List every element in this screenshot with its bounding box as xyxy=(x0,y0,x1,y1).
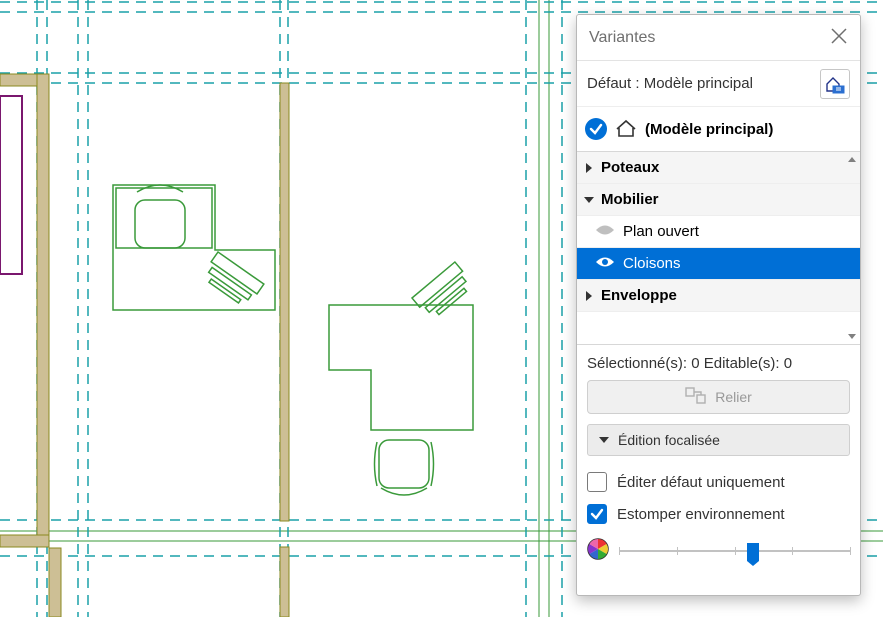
selection-status: Sélectionné(s): 0 Editable(s): 0 xyxy=(577,345,860,380)
chevron-down-icon xyxy=(583,194,595,206)
chevron-right-icon xyxy=(583,162,595,174)
tree-leaf-cloisons[interactable]: Cloisons xyxy=(577,248,860,280)
close-icon[interactable] xyxy=(830,27,848,48)
focused-edit-section[interactable]: Édition focalisée xyxy=(587,424,850,456)
link-button[interactable]: Relier xyxy=(587,380,850,414)
default-variant-label: Défaut : Modèle principal xyxy=(587,75,812,92)
tree-leaf-label: Cloisons xyxy=(623,255,681,272)
tree-item-label: Poteaux xyxy=(601,159,659,176)
edit-default-only-row: Éditer défaut uniquement xyxy=(577,466,860,498)
tree-item-enveloppe[interactable]: Enveloppe xyxy=(577,280,860,312)
section-label: Édition focalisée xyxy=(618,432,720,448)
model-options-icon[interactable] xyxy=(820,69,850,99)
panel-header: Variantes xyxy=(577,15,860,61)
check-icon xyxy=(585,118,607,140)
dim-slider-row xyxy=(577,530,860,573)
dim-environment-row: Estomper environnement xyxy=(577,498,860,530)
house-icon xyxy=(615,119,637,140)
dim-slider[interactable] xyxy=(619,539,850,563)
chevron-right-icon xyxy=(583,290,595,302)
chevron-down-icon xyxy=(598,434,610,446)
checkbox-label: Éditer défaut uniquement xyxy=(617,474,785,491)
tree-item-label: Mobilier xyxy=(601,191,659,208)
tree-item-poteaux[interactable]: Poteaux xyxy=(577,152,860,184)
eye-icon xyxy=(595,223,615,240)
panel-title: Variantes xyxy=(589,29,830,47)
tree-leaf-plan-ouvert[interactable]: Plan ouvert xyxy=(577,216,860,248)
variant-tree: Poteaux Mobilier Plan ouvert Cloisons En… xyxy=(577,151,860,345)
eye-icon xyxy=(595,255,615,272)
tree-blank-row xyxy=(577,312,860,344)
link-button-label: Relier xyxy=(715,389,752,405)
tree-item-mobilier[interactable]: Mobilier xyxy=(577,184,860,216)
link-icon xyxy=(685,387,707,408)
model-row[interactable]: (Modèle principal) xyxy=(577,107,860,151)
scroll-up-icon[interactable] xyxy=(844,152,860,168)
default-variant-row: Défaut : Modèle principal xyxy=(577,61,860,107)
variants-panel: Variantes Défaut : Modèle principal (Mod… xyxy=(576,14,861,596)
scroll-down-icon[interactable] xyxy=(844,328,860,344)
edit-default-only-checkbox[interactable] xyxy=(587,472,607,492)
color-wheel-icon[interactable] xyxy=(587,538,609,563)
checkbox-label: Estomper environnement xyxy=(617,506,785,523)
tree-leaf-label: Plan ouvert xyxy=(623,223,699,240)
tree-item-label: Enveloppe xyxy=(601,287,677,304)
slider-thumb[interactable] xyxy=(747,543,759,561)
model-name: (Modèle principal) xyxy=(645,121,773,138)
dim-environment-checkbox[interactable] xyxy=(587,504,607,524)
